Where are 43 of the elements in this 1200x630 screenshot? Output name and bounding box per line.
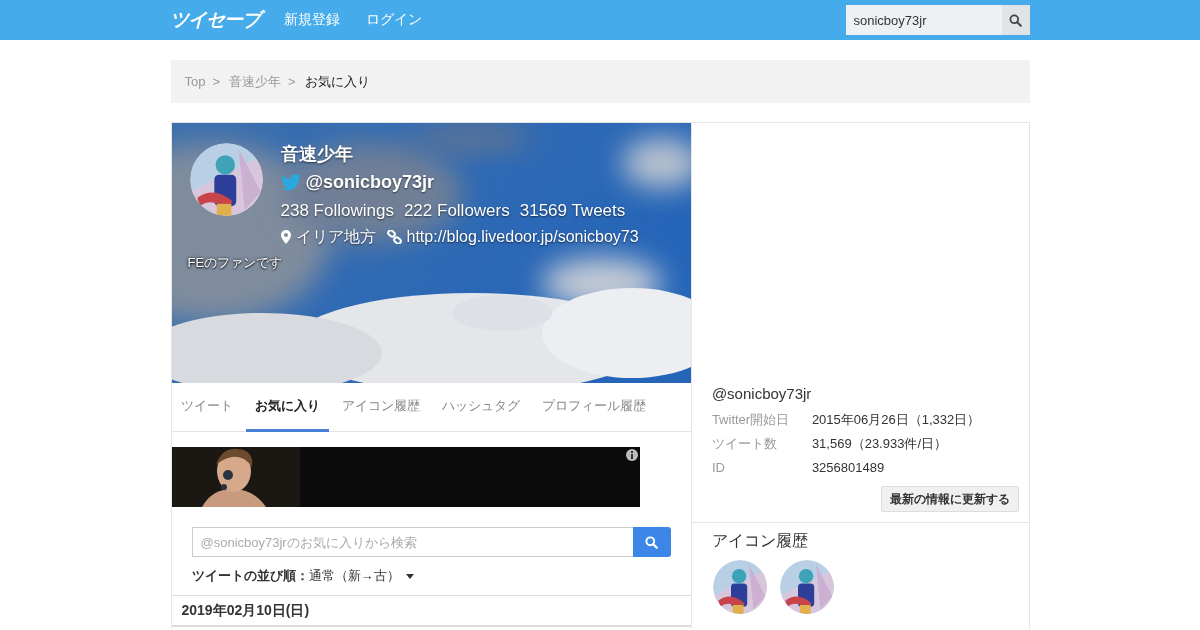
- search-button[interactable]: [1001, 5, 1030, 35]
- update-button[interactable]: 最新の情報に更新する: [880, 486, 1019, 512]
- profile-bio: FEのファンです: [187, 255, 284, 271]
- breadcrumb-separator: >: [212, 74, 221, 89]
- tab[interactable]: お気に入り: [245, 383, 329, 432]
- info-value: 31,569（23.933件/日）: [811, 435, 948, 453]
- search-field[interactable]: sonicboy73jr: [845, 5, 1002, 35]
- profile-url[interactable]: http://blog.livedoor.jp/sonicboy73: [406, 227, 639, 247]
- bird-icon: [280, 173, 301, 191]
- profile-stat: 238 Followings: [280, 200, 394, 222]
- breadcrumb-link[interactable]: 音速少年: [229, 72, 282, 91]
- tab[interactable]: ツイート: [171, 383, 242, 432]
- profile-stat: 31569 Tweets: [519, 200, 626, 222]
- sort-dropdown[interactable]: 通常（新→古）: [308, 567, 414, 585]
- sort-label: ツイートの並び順：: [191, 567, 309, 585]
- tab[interactable]: アイコン履歴: [332, 383, 429, 432]
- tab[interactable]: プロフィール履歴: [532, 383, 655, 432]
- info-value: 2015年06月26日（1,332日）: [811, 411, 981, 429]
- section-title: アイコン履歴: [711, 531, 809, 551]
- profile-location: イリア地方: [295, 227, 376, 247]
- search-button[interactable]: [632, 527, 671, 557]
- tab[interactable]: ハッシュタグ: [432, 383, 529, 432]
- profile-stat: 222 Followers: [403, 200, 510, 222]
- date-header: 2019年02月10日(日): [171, 595, 691, 627]
- map-pin-icon: [280, 230, 291, 244]
- info-icon[interactable]: [625, 449, 638, 461]
- user-handle: @sonicboy73jr: [711, 385, 813, 402]
- search-icon: [1009, 13, 1022, 27]
- nav-link[interactable]: 新規登録: [283, 11, 340, 29]
- breadcrumb-current: お気に入り: [304, 72, 370, 91]
- profile-handle: @sonicboy73jr: [305, 171, 435, 194]
- link-icon: [386, 230, 402, 244]
- info-label: ツイート数: [711, 435, 778, 453]
- caret-icon: [405, 573, 414, 579]
- info-label: Twitter開始日: [711, 411, 791, 429]
- profile-name: 音速少年: [280, 143, 354, 165]
- nav-link[interactable]: ログイン: [365, 11, 422, 29]
- search-icon: [645, 535, 659, 549]
- info-value: 3256801489: [811, 459, 885, 477]
- breadcrumb-separator: >: [288, 74, 296, 89]
- search-field[interactable]: @sonicboy73jrのお気に入りから検索: [191, 527, 633, 557]
- breadcrumb-link[interactable]: Top: [184, 74, 206, 89]
- info-label: ID: [711, 459, 726, 477]
